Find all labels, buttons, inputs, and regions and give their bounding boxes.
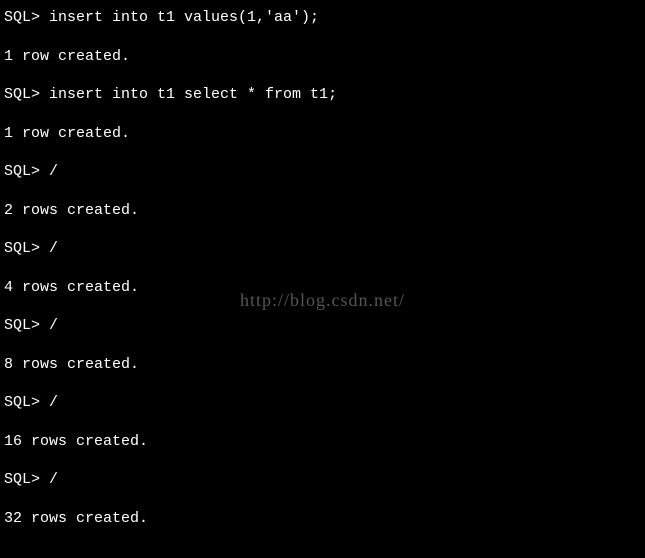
terminal-command-line: SQL> / <box>4 470 645 490</box>
sql-command-text: insert into t1 select * from t1; <box>40 86 337 103</box>
terminal-blank-line <box>4 28 645 47</box>
terminal-command-line: SQL> / <box>4 162 645 182</box>
sql-command-text: / <box>40 317 58 334</box>
terminal-blank-line <box>4 451 645 470</box>
sql-prompt: SQL> <box>4 471 40 488</box>
sql-command-text: / <box>40 394 58 411</box>
terminal-output-line: 16 rows created. <box>4 432 645 452</box>
terminal-blank-line <box>4 143 645 162</box>
terminal-blank-line <box>4 182 645 201</box>
sql-command-text: / <box>40 163 58 180</box>
terminal-output-line: 2 rows created. <box>4 201 645 221</box>
terminal-output-line: 32 rows created. <box>4 509 645 529</box>
terminal-command-line: SQL> insert into t1 select * from t1; <box>4 85 645 105</box>
terminal-blank-line <box>4 374 645 393</box>
terminal-output-line: 8 rows created. <box>4 355 645 375</box>
terminal-output-line: 1 row created. <box>4 124 645 144</box>
terminal-blank-line <box>4 297 645 316</box>
terminal-command-line: SQL> insert into t1 values(1,'aa'); <box>4 8 645 28</box>
terminal-blank-line <box>4 490 645 509</box>
sql-prompt: SQL> <box>4 163 40 180</box>
terminal-command-line: SQL> / <box>4 316 645 336</box>
sql-prompt: SQL> <box>4 9 40 26</box>
terminal-blank-line <box>4 66 645 85</box>
terminal-blank-line <box>4 259 645 278</box>
terminal-output-line: 1 row created. <box>4 47 645 67</box>
sql-command-text: insert into t1 values(1,'aa'); <box>40 9 319 26</box>
sql-prompt: SQL> <box>4 86 40 103</box>
terminal-blank-line <box>4 105 645 124</box>
sql-command-text: / <box>40 471 58 488</box>
sql-prompt: SQL> <box>4 240 40 257</box>
sql-prompt: SQL> <box>4 394 40 411</box>
terminal-blank-line <box>4 413 645 432</box>
terminal-output[interactable]: SQL> insert into t1 values(1,'aa'); 1 row… <box>4 8 645 528</box>
terminal-blank-line <box>4 336 645 355</box>
terminal-command-line: SQL> / <box>4 239 645 259</box>
sql-command-text: / <box>40 240 58 257</box>
terminal-command-line: SQL> / <box>4 393 645 413</box>
sql-prompt: SQL> <box>4 317 40 334</box>
terminal-output-line: 4 rows created. <box>4 278 645 298</box>
terminal-blank-line <box>4 220 645 239</box>
